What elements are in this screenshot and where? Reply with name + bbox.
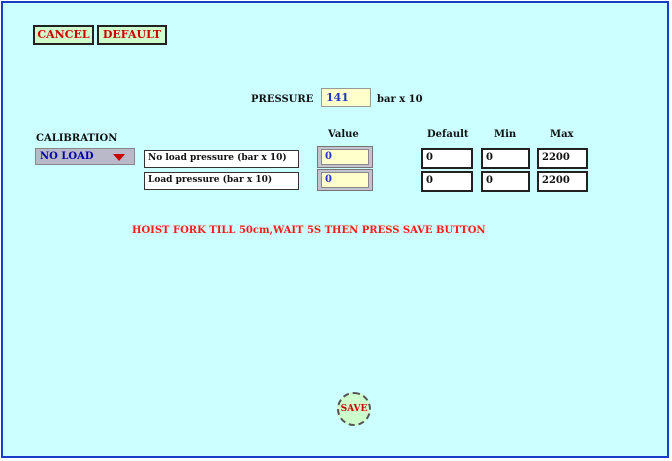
pressure-label: PRESSURE — [251, 94, 314, 105]
min-field-load: 0 — [481, 171, 530, 192]
pressure-readout: 141 — [321, 88, 371, 107]
calibration-selected-value: NO LOAD — [40, 151, 94, 162]
row-label-no-load: No load pressure (bar x 10) — [144, 150, 299, 168]
default-field-load: 0 — [421, 171, 473, 192]
row-label-load: Load pressure (bar x 10) — [144, 172, 299, 190]
chevron-down-icon — [113, 154, 125, 161]
calibration-label: CALIBRATION — [36, 133, 118, 144]
header-default: Default — [427, 129, 469, 140]
cancel-button[interactable]: CANCEL — [33, 25, 94, 45]
instruction-text: HOIST FORK TILL 50cm,WAIT 5S THEN PRESS … — [132, 225, 486, 236]
default-button[interactable]: DEFAULT — [97, 25, 167, 45]
min-field-no-load: 0 — [481, 148, 530, 169]
header-value: Value — [328, 129, 359, 140]
default-field-no-load: 0 — [421, 148, 473, 169]
value-field-load[interactable]: 0 — [317, 169, 373, 191]
calibration-select[interactable]: NO LOAD — [35, 148, 135, 165]
save-button[interactable]: SAVE — [337, 392, 371, 426]
calibration-panel: CANCEL DEFAULT PRESSURE 141 bar x 10 CAL… — [1, 1, 669, 458]
pressure-unit: bar x 10 — [377, 94, 423, 105]
value-input-no-load[interactable]: 0 — [321, 149, 369, 165]
value-field-no-load[interactable]: 0 — [317, 146, 373, 168]
header-max: Max — [550, 129, 574, 140]
max-field-no-load: 2200 — [537, 148, 588, 169]
value-input-load[interactable]: 0 — [321, 172, 369, 188]
max-field-load: 2200 — [537, 171, 588, 192]
header-min: Min — [494, 129, 517, 140]
